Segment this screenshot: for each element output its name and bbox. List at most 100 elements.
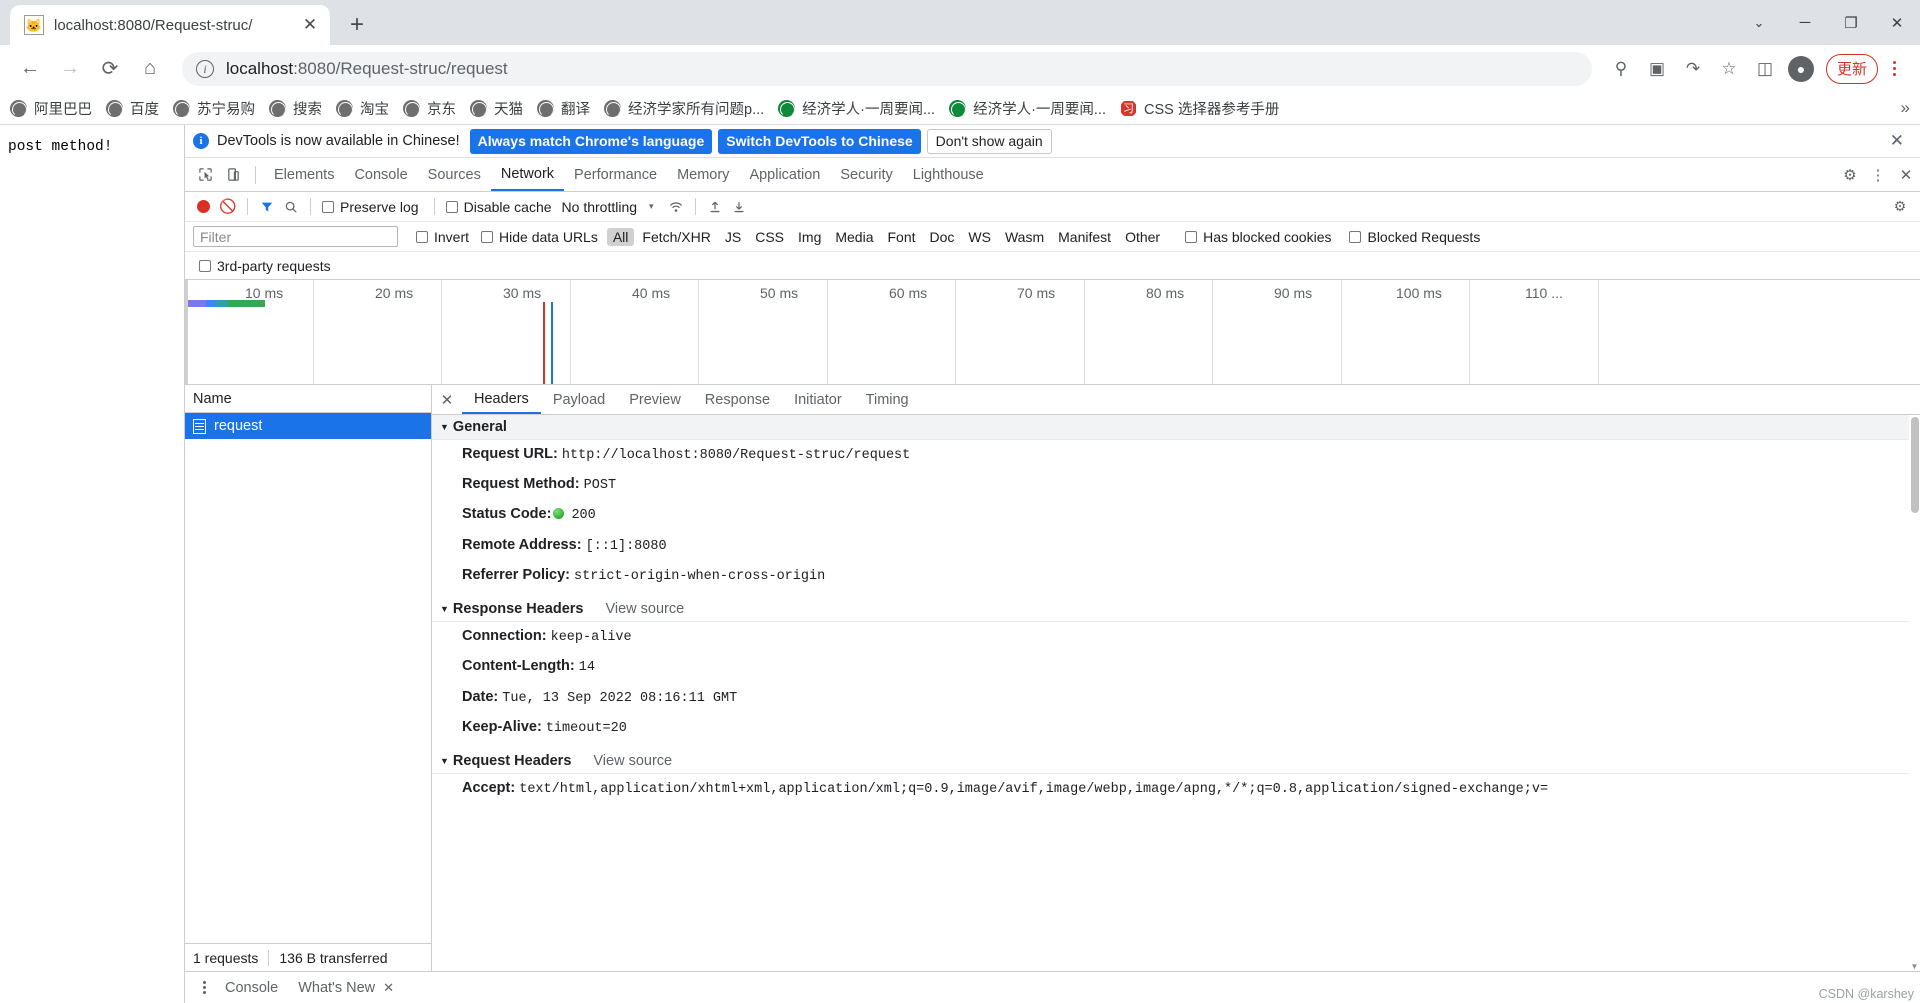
view-source-link[interactable]: View source bbox=[605, 601, 684, 617]
gear-icon[interactable]: ⚙ bbox=[1888, 195, 1912, 219]
import-har-icon[interactable] bbox=[703, 195, 727, 219]
disable-cache-checkbox[interactable]: Disable cache bbox=[445, 199, 552, 215]
tab-lighthouse[interactable]: Lighthouse bbox=[903, 158, 994, 191]
network-overview-timeline[interactable]: 10 ms 20 ms 30 ms 40 ms 50 ms 60 ms 70 m… bbox=[185, 280, 1920, 385]
request-list-header[interactable]: Name bbox=[185, 385, 431, 413]
filter-type-manifest[interactable]: Manifest bbox=[1052, 228, 1117, 246]
tab-network[interactable]: Network bbox=[490, 158, 565, 191]
bookmark-item[interactable]: 淘宝 bbox=[336, 98, 389, 119]
minimize-icon[interactable]: ─ bbox=[1782, 0, 1828, 45]
search-icon[interactable] bbox=[279, 195, 303, 219]
third-party-requests-checkbox[interactable]: 3rd-party requests bbox=[199, 258, 331, 274]
tab-initiator[interactable]: Initiator bbox=[782, 385, 854, 414]
gear-icon[interactable]: ⚙ bbox=[1836, 161, 1864, 189]
tab-console[interactable]: Console bbox=[344, 158, 417, 191]
tab-sources[interactable]: Sources bbox=[418, 158, 491, 191]
close-icon[interactable]: ✕ bbox=[1882, 131, 1912, 151]
browser-tab[interactable]: 🐱 localhost:8080/Request-struc/ ✕ bbox=[10, 5, 330, 45]
window-close-icon[interactable]: ✕ bbox=[1874, 0, 1920, 45]
scrollbar-thumb[interactable] bbox=[1911, 417, 1919, 513]
kebab-icon[interactable] bbox=[1880, 60, 1908, 78]
close-icon[interactable]: ✕ bbox=[298, 13, 322, 37]
filter-type-all[interactable]: All bbox=[606, 227, 635, 246]
filter-type-media[interactable]: Media bbox=[829, 228, 879, 246]
blocked-requests-checkbox[interactable]: Blocked Requests bbox=[1349, 229, 1480, 245]
table-row[interactable]: request bbox=[185, 413, 431, 439]
switch-devtools-language-button[interactable]: Switch DevTools to Chinese bbox=[718, 128, 921, 154]
record-icon[interactable] bbox=[197, 200, 210, 213]
filter-type-js[interactable]: JS bbox=[719, 228, 747, 246]
bookmark-item[interactable]: 天猫 bbox=[470, 98, 523, 119]
filter-type-font[interactable]: Font bbox=[882, 228, 922, 246]
bookmark-item[interactable]: 搜索 bbox=[269, 98, 322, 119]
reload-icon[interactable]: ⟳ bbox=[92, 51, 128, 87]
dont-show-again-button[interactable]: Don't show again bbox=[926, 128, 1052, 154]
sidepanel-icon[interactable]: ◫ bbox=[1748, 52, 1782, 86]
device-toolbar-icon[interactable] bbox=[219, 161, 247, 189]
filter-icon[interactable] bbox=[255, 195, 279, 219]
tab-preview[interactable]: Preview bbox=[617, 385, 693, 414]
kebab-icon[interactable] bbox=[193, 980, 215, 995]
close-icon[interactable]: ✕ bbox=[1892, 161, 1920, 189]
chevron-down-icon[interactable]: ▾ bbox=[649, 201, 654, 212]
checkbox[interactable] bbox=[416, 230, 428, 243]
tab-memory[interactable]: Memory bbox=[667, 158, 739, 191]
bookmark-item[interactable]: 阿里巴巴 bbox=[10, 98, 92, 119]
filter-type-ws[interactable]: WS bbox=[962, 228, 997, 246]
bookmark-item[interactable]: 百度 bbox=[106, 98, 159, 119]
inspect-icon[interactable] bbox=[191, 161, 219, 189]
key-icon[interactable]: ⚲ bbox=[1604, 52, 1638, 86]
always-match-language-button[interactable]: Always match Chrome's language bbox=[469, 128, 713, 154]
preserve-log-checkbox[interactable]: Preserve log bbox=[322, 199, 419, 215]
checkbox[interactable] bbox=[481, 230, 494, 243]
checkbox[interactable] bbox=[322, 200, 334, 213]
translate-icon[interactable]: ▣ bbox=[1640, 52, 1674, 86]
filter-type-fetch-xhr[interactable]: Fetch/XHR bbox=[636, 228, 716, 246]
avatar[interactable]: ● bbox=[1787, 55, 1814, 82]
filter-type-img[interactable]: Img bbox=[792, 228, 827, 246]
tab-timing[interactable]: Timing bbox=[854, 385, 921, 414]
close-icon[interactable]: ✕ bbox=[383, 980, 394, 995]
export-har-icon[interactable] bbox=[727, 195, 751, 219]
tab-performance[interactable]: Performance bbox=[564, 158, 667, 191]
bookmark-item[interactable]: CSS 选择器参考手册 bbox=[1120, 98, 1279, 119]
tab-payload[interactable]: Payload bbox=[541, 385, 617, 414]
checkbox[interactable] bbox=[445, 200, 458, 213]
tab-security[interactable]: Security bbox=[830, 158, 902, 191]
view-source-link[interactable]: View source bbox=[593, 753, 672, 769]
invert-checkbox[interactable]: Invert bbox=[416, 229, 469, 245]
section-general-header[interactable]: ▼ General bbox=[432, 415, 1920, 440]
network-conditions-icon[interactable] bbox=[664, 195, 688, 219]
kebab-icon[interactable]: ⋮ bbox=[1864, 161, 1892, 189]
section-response-headers-header[interactable]: ▼ Response Headers View source bbox=[432, 597, 1920, 623]
scroll-down-icon[interactable]: ▼ bbox=[1909, 962, 1920, 971]
scrollbar[interactable]: ▲ ▼ bbox=[1909, 415, 1920, 971]
maximize-icon[interactable]: ❐ bbox=[1828, 0, 1874, 45]
chevron-down-icon[interactable]: ⌄ bbox=[1736, 0, 1782, 45]
bookmark-item[interactable]: 经济学人·一周要闻... bbox=[949, 98, 1106, 119]
tab-response[interactable]: Response bbox=[693, 385, 782, 414]
back-icon[interactable]: ← bbox=[12, 51, 48, 87]
bookmark-item[interactable]: 经济学家所有问题p... bbox=[604, 98, 764, 119]
bookmark-item[interactable]: 苏宁易购 bbox=[173, 98, 255, 119]
close-icon[interactable]: ✕ bbox=[432, 391, 462, 409]
bookmarks-overflow-icon[interactable]: » bbox=[1901, 98, 1910, 118]
filter-type-doc[interactable]: Doc bbox=[924, 228, 961, 246]
update-button[interactable]: 更新 bbox=[1825, 53, 1878, 84]
checkbox[interactable] bbox=[199, 259, 211, 272]
forward-icon[interactable]: → bbox=[52, 51, 88, 87]
section-request-headers-header[interactable]: ▼ Request Headers View source bbox=[432, 748, 1920, 774]
tab-headers[interactable]: Headers bbox=[462, 385, 541, 414]
filter-type-other[interactable]: Other bbox=[1119, 228, 1166, 246]
share-icon[interactable]: ↷ bbox=[1676, 52, 1710, 86]
filter-type-wasm[interactable]: Wasm bbox=[999, 228, 1050, 246]
throttling-select[interactable]: No throttling bbox=[562, 199, 637, 215]
drawer-tab-console[interactable]: Console bbox=[215, 980, 288, 996]
bookmark-item[interactable]: 京东 bbox=[403, 98, 456, 119]
filter-type-css[interactable]: CSS bbox=[749, 228, 790, 246]
checkbox[interactable] bbox=[1349, 230, 1362, 243]
hide-data-urls-checkbox[interactable]: Hide data URLs bbox=[481, 229, 598, 245]
tab-application[interactable]: Application bbox=[739, 158, 830, 191]
clear-icon[interactable]: 🚫 bbox=[216, 195, 240, 219]
drawer-tab-whats-new[interactable]: What's New ✕ bbox=[288, 980, 404, 996]
